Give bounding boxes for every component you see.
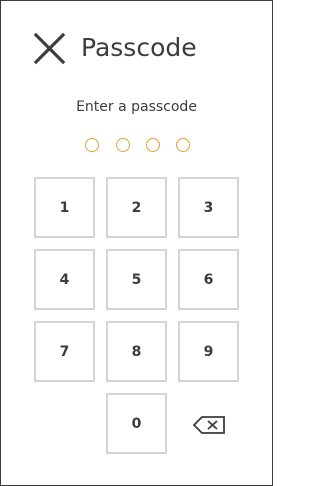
key-2[interactable]: 2 <box>106 177 167 238</box>
backspace-icon <box>192 416 225 434</box>
passcode-dot-4 <box>176 138 190 152</box>
key-6[interactable]: 6 <box>178 249 239 310</box>
page-title: Passcode <box>81 33 197 62</box>
passcode-dot-2 <box>116 138 130 152</box>
passcode-dot-3 <box>146 138 160 152</box>
passcode-dots <box>85 138 195 154</box>
key-1[interactable]: 1 <box>34 177 95 238</box>
passcode-prompt: Enter a passcode <box>76 99 197 115</box>
close-button[interactable] <box>31 31 67 67</box>
passcode-dot-1 <box>85 138 99 152</box>
passcode-window: Passcode Enter a passcode 1 2 3 4 5 6 7 … <box>0 0 273 486</box>
key-7[interactable]: 7 <box>34 321 95 382</box>
key-9[interactable]: 9 <box>178 321 239 382</box>
backspace-button[interactable] <box>191 414 229 436</box>
close-x-icon <box>33 32 66 65</box>
key-4[interactable]: 4 <box>34 249 95 310</box>
key-3[interactable]: 3 <box>178 177 239 238</box>
key-5[interactable]: 5 <box>106 249 167 310</box>
key-8[interactable]: 8 <box>106 321 167 382</box>
key-0[interactable]: 0 <box>106 393 167 454</box>
